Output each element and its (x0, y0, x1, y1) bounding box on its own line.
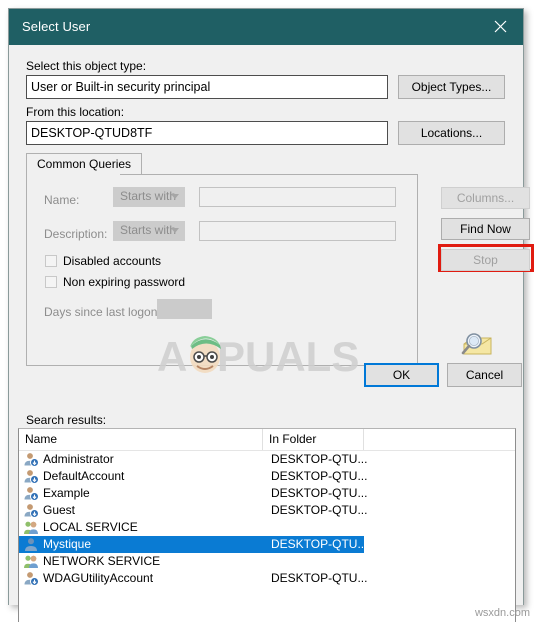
listview-rows: Administrator DESKTOP-QTU... DefaultAccoun… (19, 451, 515, 587)
days-since-logon-input[interactable] (157, 299, 212, 319)
row-name: DefaultAccount (43, 469, 125, 483)
window-title: Select User (22, 19, 91, 34)
location-label: From this location: (26, 105, 125, 119)
user-icon (23, 503, 39, 518)
stop-button[interactable]: Stop (441, 249, 530, 271)
description-input[interactable] (199, 221, 396, 241)
table-row[interactable]: DefaultAccount DESKTOP-QTU... (19, 468, 515, 485)
row-name: Mystique (43, 537, 92, 551)
object-type-label: Select this object type: (26, 59, 147, 73)
search-results-label: Search results: (26, 413, 107, 427)
search-folder-icon (458, 330, 498, 364)
non-expiring-password-label: Non expiring password (63, 275, 186, 289)
row-folder: DESKTOP-QTU... (271, 452, 368, 466)
search-results-listview[interactable]: Name In Folder Administrator DESKTOP-QTU.… (18, 428, 516, 622)
group-icon (23, 520, 39, 535)
description-operator-value: Starts with (120, 223, 177, 237)
select-user-dialog: Select User Select this object type: Use… (8, 8, 534, 622)
column-header-name[interactable]: Name (19, 429, 263, 450)
listview-header: Name In Folder (19, 429, 515, 451)
description-label: Description: (44, 227, 108, 241)
row-folder: DESKTOP-QTU... (271, 571, 368, 585)
user-icon (23, 571, 39, 586)
user-icon (23, 486, 39, 501)
cancel-button[interactable]: Cancel (447, 363, 522, 387)
locations-button[interactable]: Locations... (398, 121, 505, 145)
close-icon[interactable] (477, 9, 523, 45)
chevron-down-icon (171, 194, 179, 199)
object-type-input[interactable]: User or Built-in security principal (26, 75, 388, 99)
disabled-accounts-label: Disabled accounts (63, 254, 162, 268)
row-name: WDAGUtilityAccount (43, 571, 154, 585)
name-input[interactable] (199, 187, 396, 207)
dialog-body: Select this object type: User or Built-i… (9, 45, 534, 622)
user-icon (23, 452, 39, 467)
row-name: NETWORK SERVICE (43, 554, 161, 568)
table-row[interactable]: WDAGUtilityAccount DESKTOP-QTU... (19, 570, 515, 587)
chevron-down-icon (171, 228, 179, 233)
days-since-logon-label: Days since last logon: (44, 305, 161, 319)
table-row[interactable]: Example DESKTOP-QTU... (19, 485, 515, 502)
find-now-button[interactable]: Find Now (441, 218, 530, 240)
row-name: LOCAL SERVICE (43, 520, 138, 534)
row-folder: DESKTOP-QTU... (271, 469, 368, 483)
title-bar: Select User (9, 9, 523, 45)
user-icon (23, 469, 39, 484)
row-folder: DESKTOP-QTU... (271, 503, 368, 517)
location-input[interactable]: DESKTOP-QTUD8TF (26, 121, 388, 145)
description-operator-select[interactable]: Starts with (113, 221, 185, 241)
ok-button[interactable]: OK (364, 363, 439, 387)
row-name: Example (43, 486, 90, 500)
columns-button[interactable]: Columns... (441, 187, 530, 209)
row-name: Administrator (43, 452, 114, 466)
row-folder: DESKTOP-QTU... (271, 486, 368, 500)
wsxdn-watermark: wsxdn.com (474, 607, 530, 619)
table-row[interactable]: NETWORK SERVICE (19, 553, 515, 570)
name-operator-select[interactable]: Starts with (113, 187, 185, 207)
screenshot-root: Select User Select this object type: Use… (0, 0, 536, 622)
column-header-in-folder[interactable]: In Folder (263, 429, 364, 450)
group-icon (23, 554, 39, 569)
tab-common-queries[interactable]: Common Queries (26, 153, 143, 175)
disabled-accounts-checkbox[interactable] (45, 255, 57, 267)
tab-strip: Common Queries (26, 153, 418, 175)
object-types-button[interactable]: Object Types... (398, 75, 505, 99)
user-plain-icon (23, 537, 39, 552)
row-folder: DESKTOP-QTU... (271, 537, 368, 551)
row-name: Guest (43, 503, 76, 517)
table-row[interactable]: LOCAL SERVICE (19, 519, 515, 536)
non-expiring-password-checkbox[interactable] (45, 276, 57, 288)
table-row[interactable]: Guest DESKTOP-QTU... (19, 502, 515, 519)
name-operator-value: Starts with (120, 189, 177, 203)
table-row[interactable]: Mystique DESKTOP-QTU... (19, 536, 368, 553)
name-label: Name: (44, 193, 80, 207)
table-row[interactable]: Administrator DESKTOP-QTU... (19, 451, 515, 468)
tab-panel-seam (27, 173, 120, 175)
